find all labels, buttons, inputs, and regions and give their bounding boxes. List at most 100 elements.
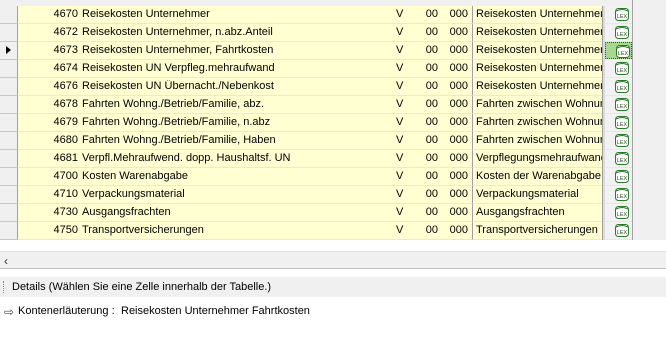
lex-cell[interactable]: LEX bbox=[605, 204, 632, 222]
account-type[interactable]: V bbox=[396, 224, 410, 237]
table-row[interactable]: 4710 Verpackungsmaterial V 00 000 Verpackungs… bbox=[0, 186, 666, 204]
account-type[interactable]: V bbox=[396, 26, 410, 39]
key-1[interactable]: 00 bbox=[422, 152, 438, 165]
key-2[interactable]: 000 bbox=[444, 26, 468, 39]
account-name[interactable]: Fahrten Wohng./Betrieb/Familie, abz. bbox=[82, 98, 402, 111]
key-1[interactable]: 00 bbox=[422, 26, 438, 39]
account-number[interactable]: 4674 bbox=[50, 62, 78, 75]
row-header[interactable] bbox=[0, 204, 18, 222]
lex-cell[interactable]: LEX bbox=[605, 132, 632, 150]
row-cells[interactable]: 4750 Transportversicherungen V 00 000 bbox=[18, 222, 472, 240]
account-name[interactable]: Kosten Warenabgabe bbox=[82, 170, 402, 183]
table-row[interactable]: 4676 Reisekosten UN Übernacht./Nebenkost V… bbox=[0, 78, 666, 96]
table-row[interactable]: 4678 Fahrten Wohng./Betrieb/Familie, abz.… bbox=[0, 96, 666, 114]
table-row[interactable]: 4673 Reisekosten Unternehmer, Fahrtkosten… bbox=[0, 42, 666, 60]
table-row[interactable]: 4750 Transportversicherungen V 00 000 Transpo… bbox=[0, 222, 666, 240]
account-text-cell[interactable]: Transportversicherungen bbox=[472, 222, 603, 240]
row-cells[interactable]: 4670 Reisekosten Unternehmer V 00 000 bbox=[18, 6, 472, 24]
scroll-left-arrow[interactable]: ‹ bbox=[4, 254, 8, 268]
account-number[interactable]: 4676 bbox=[50, 80, 78, 93]
row-cells[interactable]: 4730 Ausgangsfrachten V 00 000 bbox=[18, 204, 472, 222]
account-number[interactable]: 4680 bbox=[50, 134, 78, 147]
key-2[interactable]: 000 bbox=[444, 62, 468, 75]
row-header[interactable] bbox=[0, 168, 18, 186]
lex-cell[interactable]: LEX bbox=[605, 186, 632, 204]
row-cells[interactable]: 4672 Reisekosten Unternehmer, n.abz.Antei… bbox=[18, 24, 472, 42]
table-row[interactable]: 4679 Fahrten Wohng./Betrieb/Familie, n.ab… bbox=[0, 114, 666, 132]
lex-cell[interactable]: LEX bbox=[605, 168, 632, 186]
key-2[interactable]: 000 bbox=[444, 224, 468, 237]
key-2[interactable]: 000 bbox=[444, 8, 468, 21]
account-name[interactable]: Reisekosten Unternehmer, n.abz.Anteil bbox=[82, 26, 402, 39]
account-type[interactable]: V bbox=[396, 62, 410, 75]
account-number[interactable]: 4750 bbox=[50, 224, 78, 237]
account-text-cell[interactable]: Reisekosten Unternehmer bbox=[472, 24, 603, 42]
lex-cell[interactable]: LEX bbox=[605, 114, 632, 132]
lex-cell[interactable]: LEX bbox=[605, 60, 632, 78]
lex-cell[interactable]: LEX bbox=[605, 222, 632, 240]
table-row[interactable]: 4670 Reisekosten Unternehmer V 00 000 Reiseko… bbox=[0, 6, 666, 24]
horizontal-scrollbar[interactable]: ‹ bbox=[0, 251, 666, 269]
key-1[interactable]: 00 bbox=[422, 188, 438, 201]
account-number[interactable]: 4670 bbox=[50, 8, 78, 21]
table-row[interactable]: 4681 Verpfl.Mehraufwend. dopp. Haushaltsf… bbox=[0, 150, 666, 168]
row-header[interactable] bbox=[0, 114, 18, 132]
table-row[interactable]: 4730 Ausgangsfrachten V 00 000 Ausgangsfracht… bbox=[0, 204, 666, 222]
row-header[interactable] bbox=[0, 60, 18, 78]
key-1[interactable]: 00 bbox=[422, 224, 438, 237]
account-type[interactable]: V bbox=[396, 134, 410, 147]
key-1[interactable]: 00 bbox=[422, 80, 438, 93]
key-2[interactable]: 000 bbox=[444, 206, 468, 219]
account-name[interactable]: Transportversicherungen bbox=[82, 224, 402, 237]
account-name[interactable]: Fahrten Wohng./Betrieb/Familie, n.abz bbox=[82, 116, 402, 129]
account-text-cell[interactable]: Verpackungsmaterial bbox=[472, 186, 603, 204]
row-header[interactable] bbox=[0, 42, 18, 60]
key-1[interactable]: 00 bbox=[422, 98, 438, 111]
account-name[interactable]: Reisekosten Unternehmer bbox=[82, 8, 402, 21]
row-header[interactable] bbox=[0, 186, 18, 204]
account-type[interactable]: V bbox=[396, 170, 410, 183]
account-name[interactable]: Verpackungsmaterial bbox=[82, 188, 402, 201]
row-cells[interactable]: 4676 Reisekosten UN Übernacht./Nebenkost V… bbox=[18, 78, 472, 96]
account-number[interactable]: 4678 bbox=[50, 98, 78, 111]
account-type[interactable]: V bbox=[396, 116, 410, 129]
account-text-cell[interactable]: Verpflegungsmehraufwand bbox=[472, 150, 603, 168]
account-number[interactable]: 4679 bbox=[50, 116, 78, 129]
row-cells[interactable]: 4710 Verpackungsmaterial V 00 000 bbox=[18, 186, 472, 204]
account-name[interactable]: Reisekosten UN Verpfleg.mehraufwand bbox=[82, 62, 402, 75]
key-1[interactable]: 00 bbox=[422, 206, 438, 219]
key-2[interactable]: 000 bbox=[444, 116, 468, 129]
key-1[interactable]: 00 bbox=[422, 170, 438, 183]
account-text-cell[interactable]: Fahrten zwischen Wohnung bbox=[472, 132, 603, 150]
row-cells[interactable]: 4673 Reisekosten Unternehmer, Fahrtkosten… bbox=[18, 42, 472, 60]
account-type[interactable]: V bbox=[396, 8, 410, 21]
lex-cell[interactable]: LEX bbox=[605, 6, 632, 24]
table-row[interactable]: 4672 Reisekosten Unternehmer, n.abz.Antei… bbox=[0, 24, 666, 42]
row-cells[interactable]: 4680 Fahrten Wohng./Betrieb/Familie, Habe… bbox=[18, 132, 472, 150]
account-type[interactable]: V bbox=[396, 206, 410, 219]
table-row[interactable]: 4674 Reisekosten UN Verpfleg.mehraufwand V… bbox=[0, 60, 666, 78]
row-header[interactable] bbox=[0, 132, 18, 150]
account-text-cell[interactable]: Kosten der Warenabgabe bbox=[472, 168, 603, 186]
account-type[interactable]: V bbox=[396, 98, 410, 111]
key-2[interactable]: 000 bbox=[444, 152, 468, 165]
account-name[interactable]: Fahrten Wohng./Betrieb/Familie, Haben bbox=[82, 134, 402, 147]
row-cells[interactable]: 4679 Fahrten Wohng./Betrieb/Familie, n.ab… bbox=[18, 114, 472, 132]
account-type[interactable]: V bbox=[396, 152, 410, 165]
account-text-cell[interactable]: Reisekosten Unternehmer bbox=[472, 78, 603, 96]
row-header[interactable] bbox=[0, 6, 18, 24]
row-cells[interactable]: 4674 Reisekosten UN Verpfleg.mehraufwand V… bbox=[18, 60, 472, 78]
account-text-cell[interactable]: Fahrten zwischen Wohnung bbox=[472, 96, 603, 114]
account-text-cell[interactable]: Ausgangsfrachten bbox=[472, 204, 603, 222]
account-type[interactable]: V bbox=[396, 44, 410, 57]
key-1[interactable]: 00 bbox=[422, 134, 438, 147]
key-2[interactable]: 000 bbox=[444, 44, 468, 57]
lex-cell[interactable]: LEX bbox=[605, 150, 632, 168]
table-row[interactable]: 4700 Kosten Warenabgabe V 00 000 Kosten der W… bbox=[0, 168, 666, 186]
account-number[interactable]: 4681 bbox=[50, 152, 78, 165]
row-header[interactable] bbox=[0, 96, 18, 114]
lex-cell[interactable]: LEX bbox=[605, 96, 632, 114]
key-2[interactable]: 000 bbox=[444, 98, 468, 111]
account-text-cell[interactable]: Reisekosten Unternehmer bbox=[472, 42, 603, 60]
key-2[interactable]: 000 bbox=[444, 134, 468, 147]
